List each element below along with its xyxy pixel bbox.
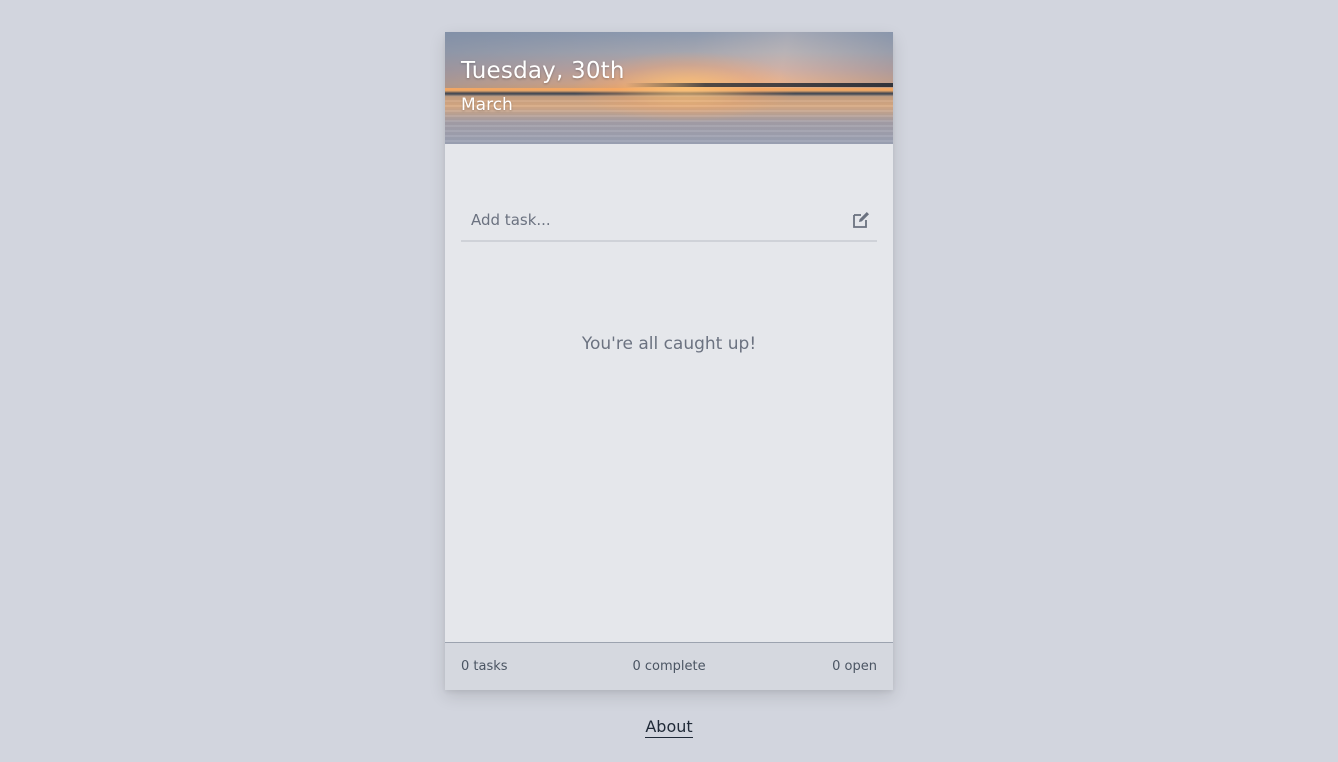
date-month-heading: March xyxy=(461,95,513,115)
complete-tasks-count: 0 complete xyxy=(632,659,706,674)
empty-state-message: You're all caught up! xyxy=(581,334,757,354)
header-banner-image: Tuesday, 30th March xyxy=(445,32,893,144)
task-stats-footer: 0 tasks 0 complete 0 open xyxy=(445,642,893,690)
horizon-line xyxy=(625,83,893,87)
open-tasks-count: 0 open xyxy=(832,659,877,674)
edit-icon[interactable] xyxy=(851,210,871,230)
todo-card: Tuesday, 30th March You're all caught up… xyxy=(445,32,893,690)
about-link-wrapper: About xyxy=(0,717,1338,738)
date-day-heading: Tuesday, 30th xyxy=(461,58,625,84)
about-link[interactable]: About xyxy=(645,717,693,738)
add-task-row xyxy=(461,200,877,242)
add-task-input[interactable] xyxy=(461,200,841,240)
